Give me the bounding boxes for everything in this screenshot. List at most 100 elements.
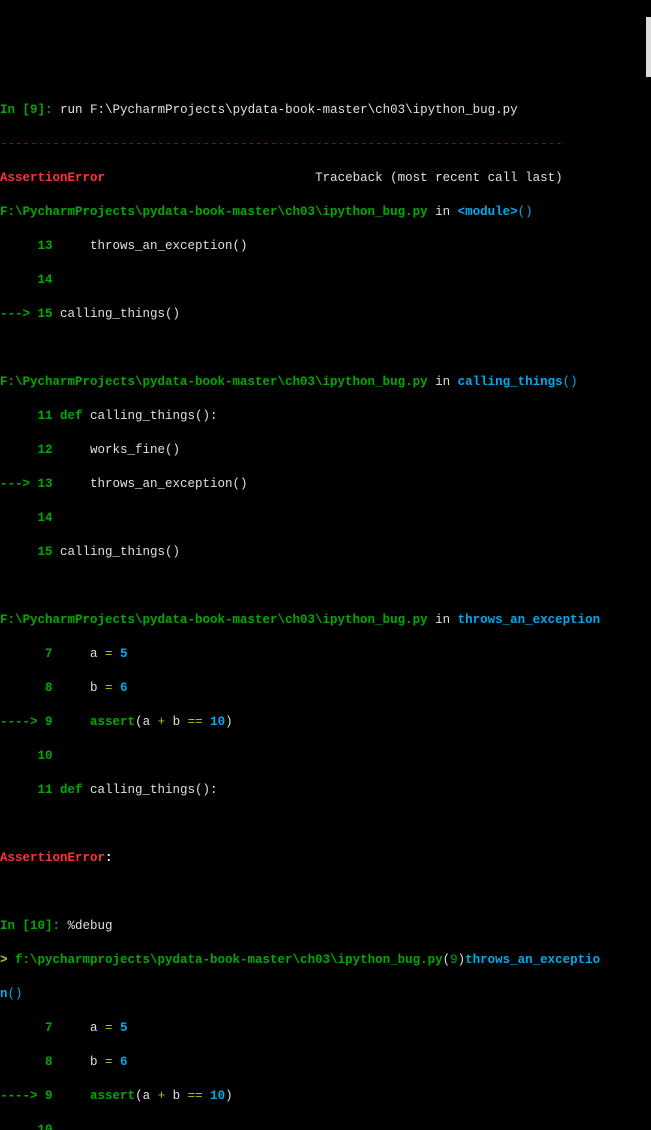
blank <box>0 340 651 357</box>
arrow: ---> <box>0 307 38 321</box>
prompt-close: ]: <box>38 103 61 117</box>
code: calling_things() <box>60 307 180 321</box>
frame3-header: F:\PycharmProjects\pydata-book-master\ch… <box>0 612 651 629</box>
code: b <box>173 1089 188 1103</box>
blank <box>0 884 651 901</box>
p: ( <box>443 953 451 967</box>
traceback-header: AssertionError Traceback (most recent ca… <box>0 170 651 187</box>
path: F:\PycharmProjects\pydata-book-master\ch… <box>0 205 428 219</box>
in: in <box>428 375 458 389</box>
command: run F:\PycharmProjects\pydata-book-maste… <box>60 103 518 117</box>
paren: () <box>563 375 578 389</box>
lineno: 7 <box>0 647 60 661</box>
kw: def <box>60 409 90 423</box>
lineno: 9 <box>450 953 458 967</box>
val: 6 <box>120 1055 128 1069</box>
lineno: 13 <box>38 477 61 491</box>
code: a <box>60 647 105 661</box>
lineno: 15 <box>0 545 60 559</box>
lineno: 14 <box>0 273 53 287</box>
op: + <box>158 715 173 729</box>
fn: calling_things <box>458 375 563 389</box>
command: %debug <box>68 919 113 933</box>
lineno: 11 <box>0 783 60 797</box>
pdb-header-2: n() <box>0 986 651 1003</box>
spacer <box>105 171 315 185</box>
op: = <box>105 1021 120 1035</box>
code: b <box>173 715 188 729</box>
frame1-l14: 14 <box>0 272 651 289</box>
fn: throws_an_exception <box>458 613 601 627</box>
op: = <box>105 647 120 661</box>
arrow: ----> <box>0 715 45 729</box>
kw: assert <box>90 715 135 729</box>
lineno: 10 <box>0 749 53 763</box>
frame1-l13: 13 throws_an_exception() <box>0 238 651 255</box>
arrow: ---> <box>0 477 38 491</box>
val: 5 <box>120 647 128 661</box>
op: == <box>188 1089 211 1103</box>
val: 10 <box>210 715 225 729</box>
lineno: 13 <box>0 239 60 253</box>
colon: : <box>105 851 113 865</box>
lineno: 14 <box>0 511 53 525</box>
frame1-l15: ---> 15 calling_things() <box>0 306 651 323</box>
fn: <module> <box>458 205 518 219</box>
frame3-l7: 7 a = 5 <box>0 646 651 663</box>
frame2-l15: 15 calling_things() <box>0 544 651 561</box>
frame2-l14: 14 <box>0 510 651 527</box>
op: = <box>105 681 120 695</box>
path: f:\pycharmprojects\pydata-book-master\ch… <box>15 953 443 967</box>
paren: () <box>518 205 533 219</box>
frame3-l9: ----> 9 assert(a + b == 10) <box>0 714 651 731</box>
frame3-l11: 11 def calling_things(): <box>0 782 651 799</box>
prompt-num: 9 <box>30 103 38 117</box>
code: ) <box>225 715 233 729</box>
lineno: 12 <box>0 443 60 457</box>
traceback-label: Traceback (most recent call last) <box>315 171 563 185</box>
input-line-9: In [9]: run F:\PycharmProjects\pydata-bo… <box>0 102 651 119</box>
prompt-close: ]: <box>45 919 68 933</box>
input-line-10: In [10]: %debug <box>0 918 651 935</box>
code: calling_things(): <box>90 783 218 797</box>
fn: throws_an_exceptio <box>465 953 600 967</box>
pdb-l7: 7 a = 5 <box>0 1020 651 1037</box>
separator: ----------------------------------------… <box>0 136 651 153</box>
lineno: 9 <box>45 1089 60 1103</box>
lineno: 10 <box>0 1123 53 1130</box>
sp <box>60 1089 90 1103</box>
in: in <box>428 613 458 627</box>
code: works_fine() <box>60 443 180 457</box>
frame3-l10: 10 <box>0 748 651 765</box>
code: calling_things() <box>60 545 180 559</box>
scrollbar[interactable] <box>646 17 651 77</box>
arrow: ----> <box>0 1089 45 1103</box>
frame2-l12: 12 works_fine() <box>0 442 651 459</box>
prompt-in: In [ <box>0 103 30 117</box>
code: b <box>60 1055 105 1069</box>
gt: > <box>0 953 15 967</box>
error-name: AssertionError <box>0 171 105 185</box>
code: (a <box>135 1089 158 1103</box>
code: a <box>60 1021 105 1035</box>
p: ) <box>458 953 466 967</box>
val: 10 <box>210 1089 225 1103</box>
code: throws_an_exception() <box>60 239 248 253</box>
pdb-l9: ----> 9 assert(a + b == 10) <box>0 1088 651 1105</box>
frame2-l11: 11 def calling_things(): <box>0 408 651 425</box>
fn2: n <box>0 987 8 1001</box>
lineno: 15 <box>38 307 61 321</box>
blank <box>0 816 651 833</box>
op: == <box>188 715 211 729</box>
frame2-header: F:\PycharmProjects\pydata-book-master\ch… <box>0 374 651 391</box>
blank <box>0 578 651 595</box>
prompt-num: 10 <box>30 919 45 933</box>
lineno: 11 <box>0 409 60 423</box>
pdb-header: > f:\pycharmprojects\pydata-book-master\… <box>0 952 651 969</box>
in: in <box>428 205 458 219</box>
path: F:\PycharmProjects\pydata-book-master\ch… <box>0 613 428 627</box>
code: calling_things(): <box>90 409 218 423</box>
kw: def <box>60 783 90 797</box>
frame2-l13: ---> 13 throws_an_exception() <box>0 476 651 493</box>
code: b <box>60 681 105 695</box>
